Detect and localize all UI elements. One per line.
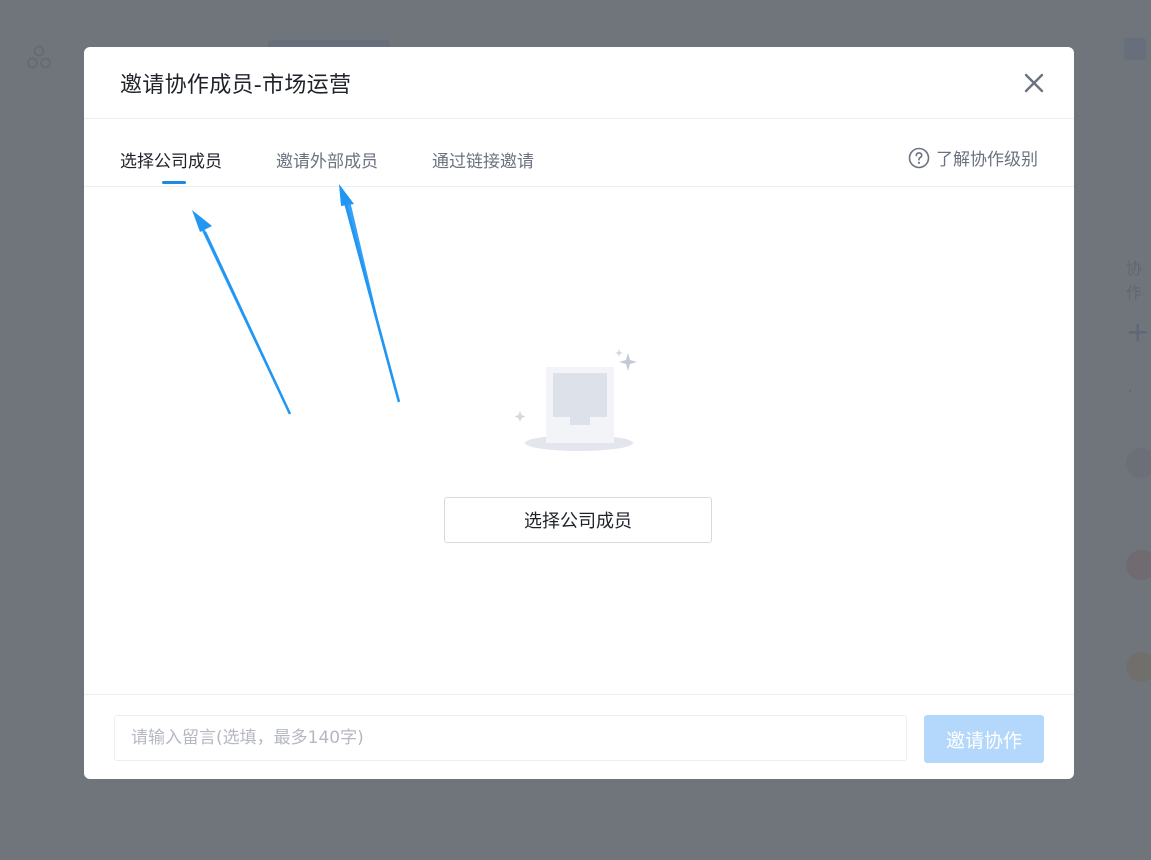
select-company-members-button[interactable]: 选择公司成员 <box>444 497 712 543</box>
tab-link-invite[interactable]: 通过链接邀请 <box>432 147 534 172</box>
active-tab-indicator <box>162 181 186 184</box>
close-icon[interactable] <box>1022 71 1046 95</box>
dialog-tabs: 选择公司成员 邀请外部成员 通过链接邀请 了解协作级别 <box>84 119 1074 187</box>
question-circle-icon <box>908 147 930 168</box>
tab-external-members[interactable]: 邀请外部成员 <box>276 147 378 172</box>
dialog-header: 邀请协作成员-市场运营 <box>84 47 1074 119</box>
tab-company-members[interactable]: 选择公司成员 <box>120 147 222 172</box>
message-input[interactable] <box>114 715 907 761</box>
dialog-body: 选择公司成员 <box>84 187 1074 694</box>
dialog-footer: 邀请协作 <box>84 694 1074 779</box>
dialog-title: 邀请协作成员-市场运营 <box>120 73 352 98</box>
help-link-label: 了解协作级别 <box>936 150 1038 170</box>
collaboration-level-help-link[interactable]: 了解协作级别 <box>908 145 1038 170</box>
empty-folder-icon <box>514 349 637 451</box>
invite-button[interactable]: 邀请协作 <box>924 715 1044 763</box>
invite-collaborators-dialog: 邀请协作成员-市场运营 选择公司成员 邀请外部成员 通过链接邀请 了解协作级别 <box>84 47 1074 779</box>
